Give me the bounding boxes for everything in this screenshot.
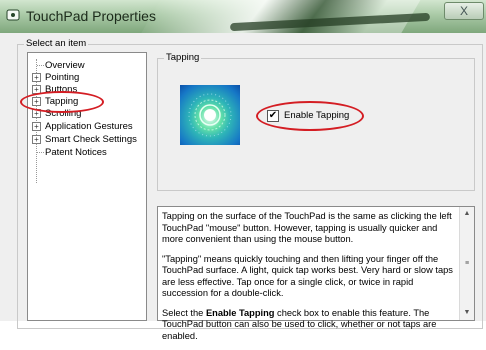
highlight-ellipse-tapping [20,91,104,113]
expand-icon[interactable]: + [32,135,41,144]
close-button[interactable]: X [444,2,484,20]
help-text-content: Tapping on the surface of the TouchPad i… [162,211,458,350]
scroll-thumb-grip-icon[interactable]: ≡ [460,257,474,271]
vertical-scrollbar[interactable]: ▲ ≡ ▼ [459,207,474,320]
tree-item-label: Patent Notices [45,147,107,158]
tapping-group-label: Tapping [164,52,202,63]
window-title: TouchPad Properties [26,8,156,24]
tapping-illustration [180,85,240,145]
tree-connector [37,152,44,153]
help-text: Select the [162,307,206,318]
help-text-panel[interactable]: Tapping on the surface of the TouchPad i… [157,206,475,341]
help-text: TouchPad button can also be used to clic… [162,319,437,341]
help-paragraph: Tapping on the surface of the TouchPad i… [162,211,452,244]
expand-icon[interactable]: + [32,73,41,82]
expand-icon[interactable]: + [32,122,41,131]
tree-connector [37,65,44,66]
tree-item-label: Application Gestures [45,121,133,132]
help-paragraph: Select the Enable Tapping check box to e… [162,308,458,343]
help-paragraph: "Tapping" means quickly touching and the… [162,253,453,299]
tree-item-label: Smart Check Settings [45,134,137,145]
touchpad-app-icon [6,9,20,21]
highlight-ellipse-enable-tapping [256,101,364,131]
ripple-icon [188,93,232,137]
close-icon: X [459,4,468,18]
title-bar[interactable]: TouchPad Properties X [0,0,486,33]
scroll-down-icon[interactable]: ▼ [460,306,474,320]
help-text-bold: Enable Tapping [205,307,275,318]
select-item-group-label: Select an item [24,38,89,49]
scroll-up-icon[interactable]: ▲ [460,207,474,221]
help-text: check box to enable this feature. The [274,307,430,318]
